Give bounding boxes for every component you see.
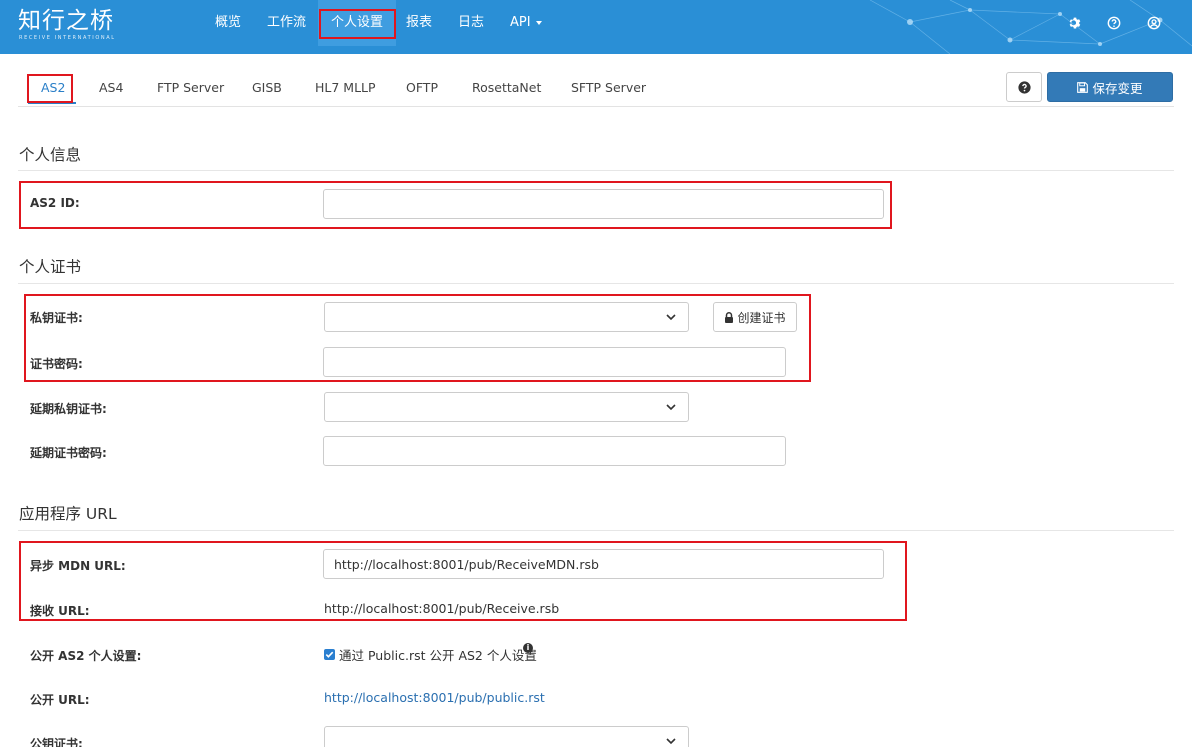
public-cert-label: 公钥证书: bbox=[30, 737, 83, 747]
receive-url-value: http://localhost:8001/pub/Receive.rsb bbox=[324, 601, 560, 616]
deferred-private-cert-label: 延期私钥证书: bbox=[30, 402, 107, 416]
tab-sftp-server[interactable]: SFTP Server bbox=[571, 80, 646, 100]
nav-item-label: 概览 bbox=[215, 15, 242, 30]
cert-password-input[interactable] bbox=[323, 347, 786, 377]
help-button[interactable] bbox=[1006, 72, 1042, 102]
tab-as4[interactable]: AS4 bbox=[99, 80, 123, 100]
nav-item-label: 报表 bbox=[406, 15, 433, 30]
deferred-cert-password-label: 延期证书密码: bbox=[30, 446, 107, 460]
network-decoration bbox=[869, 0, 1192, 54]
section-divider bbox=[18, 170, 1174, 171]
public-url-link[interactable]: http://localhost:8001/pub/public.rst bbox=[324, 690, 545, 705]
deferred-private-cert-select[interactable] bbox=[324, 392, 689, 422]
gear-icon[interactable] bbox=[1068, 16, 1082, 30]
section-divider bbox=[18, 530, 1174, 531]
nav-item-reports[interactable]: 报表 bbox=[396, 0, 442, 46]
brand-logo[interactable]: 知行之桥 RECEIVE INTERNATIONAL bbox=[18, 8, 116, 42]
nav-item-overview[interactable]: 概览 bbox=[205, 0, 251, 46]
async-mdn-input[interactable] bbox=[323, 549, 884, 579]
tab-hl7-mllp[interactable]: HL7 MLLP bbox=[315, 80, 376, 100]
deferred-cert-password-input[interactable] bbox=[323, 436, 786, 466]
section-title-personal-info: 个人信息 bbox=[19, 146, 82, 164]
save-button-label: 保存变更 bbox=[1092, 80, 1143, 96]
save-changes-button[interactable]: 保存变更 bbox=[1047, 72, 1173, 102]
nav-item-label: 工作流 bbox=[267, 15, 307, 30]
question-circle-icon[interactable] bbox=[1107, 16, 1121, 30]
chevron-down-icon bbox=[666, 404, 676, 411]
tab-rosettanet[interactable]: RosettaNet bbox=[472, 80, 541, 100]
cert-password-label: 证书密码: bbox=[30, 357, 83, 371]
top-navbar: 知行之桥 RECEIVE INTERNATIONAL 概览 工作流 个人设置 报… bbox=[0, 0, 1192, 54]
nav-item-profile[interactable]: 个人设置 bbox=[318, 0, 396, 46]
tabs-divider bbox=[18, 106, 1174, 107]
create-cert-label: 创建证书 bbox=[737, 310, 786, 325]
public-profile-checkbox-text: 通过 Public.rst 公开 AS2 个人设置 bbox=[339, 648, 537, 663]
as2-id-label: AS2 ID: bbox=[30, 196, 80, 210]
tab-as2[interactable]: AS2 bbox=[41, 80, 65, 100]
chevron-down-icon bbox=[666, 314, 676, 321]
public-url-label: 公开 URL: bbox=[30, 693, 90, 707]
user-circle-icon[interactable] bbox=[1147, 16, 1161, 30]
tab-gisb[interactable]: GISB bbox=[252, 80, 282, 100]
tab-ftp-server[interactable]: FTP Server bbox=[157, 80, 224, 100]
nav-item-label: 个人设置 bbox=[330, 15, 383, 30]
active-tab-indicator bbox=[28, 102, 76, 104]
checkmark-icon bbox=[325, 651, 334, 658]
nav-item-label: 日志 bbox=[458, 15, 485, 30]
public-profile-label: 公开 AS2 个人设置: bbox=[30, 649, 142, 663]
question-circle-icon bbox=[1017, 80, 1031, 94]
nav-item-workflow[interactable]: 工作流 bbox=[257, 0, 316, 46]
chevron-down-icon bbox=[666, 738, 676, 745]
async-mdn-label: 异步 MDN URL: bbox=[30, 559, 126, 573]
logo-subtext: RECEIVE INTERNATIONAL bbox=[19, 35, 116, 41]
public-cert-select[interactable] bbox=[324, 726, 689, 747]
private-cert-label: 私钥证书: bbox=[30, 311, 83, 325]
section-title-personal-cert: 个人证书 bbox=[19, 258, 82, 276]
info-icon[interactable]: i bbox=[523, 643, 533, 653]
caret-down-icon bbox=[535, 20, 542, 25]
tab-oftp[interactable]: OFTP bbox=[406, 80, 438, 100]
nav-item-api[interactable]: API bbox=[500, 0, 552, 46]
nav-item-logs[interactable]: 日志 bbox=[448, 0, 494, 46]
nav-item-label: API bbox=[510, 15, 531, 30]
logo-text: 知行之桥 bbox=[18, 8, 114, 34]
section-title-app-url: 应用程序 URL bbox=[19, 505, 117, 523]
private-cert-select[interactable] bbox=[324, 302, 689, 332]
as2-id-input[interactable] bbox=[323, 189, 884, 219]
floppy-disk-icon bbox=[1077, 81, 1089, 93]
create-cert-button[interactable]: 创建证书 bbox=[713, 302, 797, 332]
section-divider bbox=[18, 283, 1174, 284]
public-profile-checkbox[interactable] bbox=[324, 649, 335, 660]
receive-url-label: 接收 URL: bbox=[30, 604, 90, 618]
lock-icon bbox=[725, 311, 734, 323]
